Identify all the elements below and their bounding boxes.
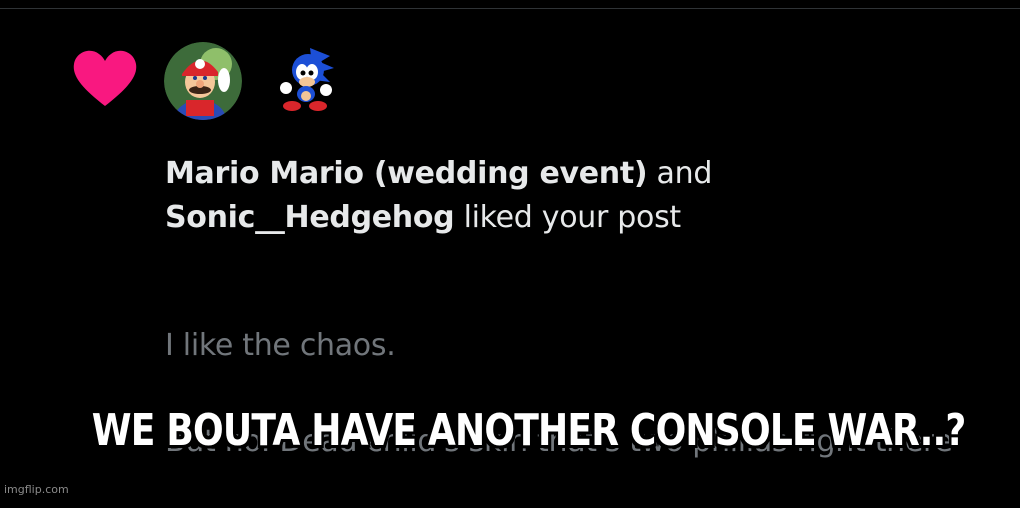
mario-avatar[interactable] <box>164 42 242 120</box>
sonic-avatar[interactable] <box>270 42 340 114</box>
notification-text: Mario Mario (wedding event) and Sonic__H… <box>165 152 985 240</box>
meme-caption: WE BOUTA HAVE ANOTHER CONSOLE WAR..? <box>91 405 967 456</box>
top-divider <box>0 8 1020 9</box>
post-line-1: I like the chaos. <box>165 328 396 363</box>
heart-icon <box>73 50 137 106</box>
connector-text: and <box>647 156 713 191</box>
user-name-1[interactable]: Mario Mario (wedding event) <box>165 156 648 191</box>
post-preview[interactable]: I like the chaos. But no. Dead child's s… <box>165 280 995 508</box>
watermark: imgflip.com <box>4 483 69 496</box>
action-text: liked your post <box>454 200 682 235</box>
user-name-2[interactable]: Sonic__Hedgehog <box>165 200 455 235</box>
